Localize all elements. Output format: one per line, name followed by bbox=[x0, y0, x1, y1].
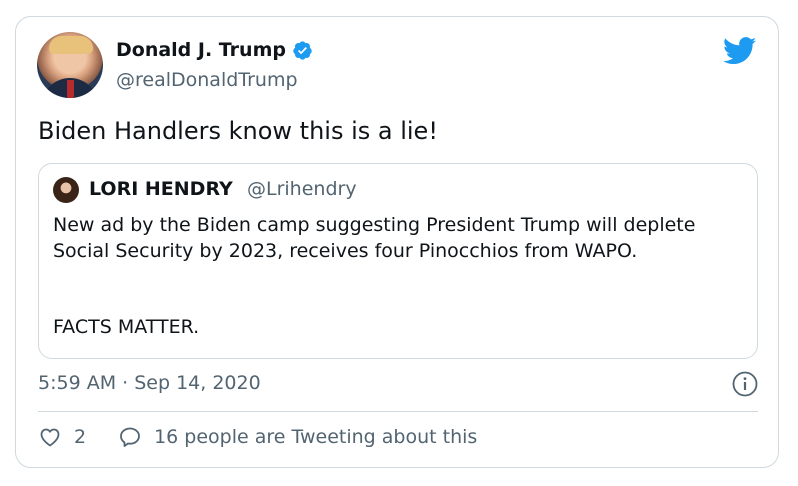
divider bbox=[38, 411, 758, 412]
tweet-actions: 2 16 people are Tweeting about this bbox=[38, 425, 477, 449]
quoted-tweet[interactable]: LORI HENDRY @Lrihendry New ad by the Bid… bbox=[38, 163, 758, 359]
quoted-author-handle[interactable]: @Lrihendry bbox=[247, 178, 357, 200]
author-handle[interactable]: @realDonaldTrump bbox=[116, 69, 298, 91]
quoted-author-name[interactable]: LORI HENDRY bbox=[89, 178, 233, 200]
tweeting-about-text: 16 people are Tweeting about this bbox=[154, 426, 478, 448]
tweet-timestamp[interactable]: 5:59 AM · Sep 14, 2020 bbox=[38, 372, 261, 394]
tweeting-about-link[interactable]: 16 people are Tweeting about this bbox=[118, 425, 477, 449]
avatar-tie bbox=[67, 80, 74, 98]
like-count: 2 bbox=[74, 426, 87, 448]
quoted-tweet-footer: FACTS MATTER. bbox=[53, 316, 200, 338]
like-button[interactable]: 2 bbox=[38, 425, 86, 449]
author-avatar[interactable] bbox=[37, 32, 103, 98]
tweet-card: Donald J. Trump @realDonaldTrump Biden H… bbox=[15, 16, 779, 468]
verified-badge-icon bbox=[293, 40, 312, 60]
avatar-hair bbox=[49, 36, 93, 54]
tweet-text: Biden Handlers know this is a lie! bbox=[38, 117, 438, 145]
speech-bubble-icon bbox=[120, 427, 140, 447]
quoted-tweet-body: New ad by the Biden camp suggesting Pres… bbox=[53, 212, 743, 264]
author-name-row[interactable]: Donald J. Trump bbox=[116, 39, 313, 61]
quoted-tweet-text: New ad by the Biden camp suggesting Pres… bbox=[53, 214, 696, 262]
info-icon[interactable] bbox=[732, 371, 758, 397]
twitter-bird-icon[interactable] bbox=[723, 37, 757, 65]
author-name[interactable]: Donald J. Trump bbox=[116, 39, 286, 61]
heart-icon bbox=[40, 428, 60, 447]
quoted-author-avatar[interactable] bbox=[53, 177, 79, 203]
